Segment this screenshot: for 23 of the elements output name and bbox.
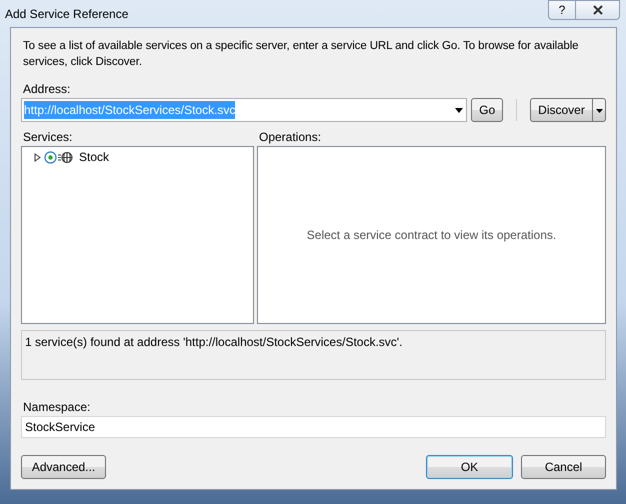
tree-item[interactable]: Stock xyxy=(79,148,110,166)
go-button[interactable]: Go xyxy=(471,98,504,122)
expand-icon[interactable] xyxy=(34,152,41,162)
service-icon xyxy=(44,150,74,164)
operations-label: Operations: xyxy=(259,130,322,144)
instructions-text: To see a list of available services on a specific server, enter a service URL and click Go. To browse for available services, click Discover. xyxy=(23,39,580,70)
namespace-label: Namespace: xyxy=(23,400,92,414)
close-icon xyxy=(590,4,604,16)
services-label: Services: xyxy=(23,130,74,144)
ok-button[interactable]: OK xyxy=(426,455,513,479)
window-title: Add Service Reference xyxy=(5,6,128,23)
dropdown-arrow-icon xyxy=(455,108,463,112)
status-message: 1 service(s) found at address 'http://localhost/StockServices/Stock.svc'. xyxy=(25,335,402,349)
address-label: Address: xyxy=(23,82,72,96)
cancel-button[interactable]: Cancel xyxy=(521,455,606,479)
caret-icon xyxy=(596,108,602,113)
discover-dropdown-button[interactable] xyxy=(593,98,606,122)
namespace-field[interactable]: StockService xyxy=(21,416,606,438)
close-button[interactable] xyxy=(576,0,620,20)
empty-message: Select a service contract to view its operations. xyxy=(306,227,556,244)
advanced-button[interactable]: Advanced... xyxy=(21,455,106,479)
discover-button[interactable]: Discover xyxy=(530,98,593,122)
help-button[interactable]: ? xyxy=(548,0,576,20)
